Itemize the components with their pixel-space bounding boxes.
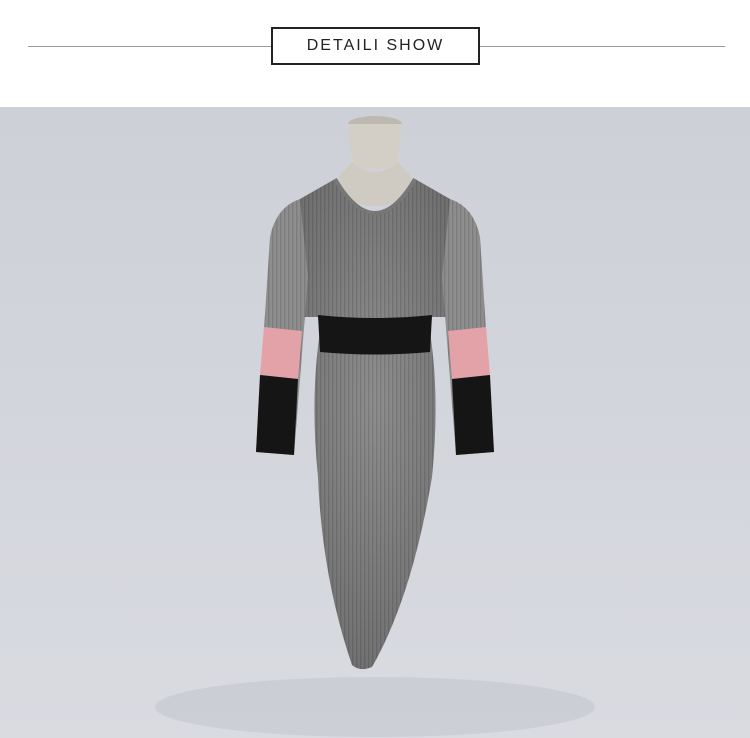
cuff-black-left <box>256 375 298 455</box>
waist-band <box>318 315 432 355</box>
header-divider-left <box>28 46 272 47</box>
section-title: DETAILI SHOW <box>271 27 480 65</box>
cuff-pink-right <box>448 327 490 379</box>
product-photo <box>0 107 750 738</box>
cuff-pink-left <box>260 327 302 379</box>
header-divider-right <box>480 46 725 47</box>
section-header: DETAILI SHOW <box>0 0 750 100</box>
cuff-black-right <box>452 375 494 455</box>
